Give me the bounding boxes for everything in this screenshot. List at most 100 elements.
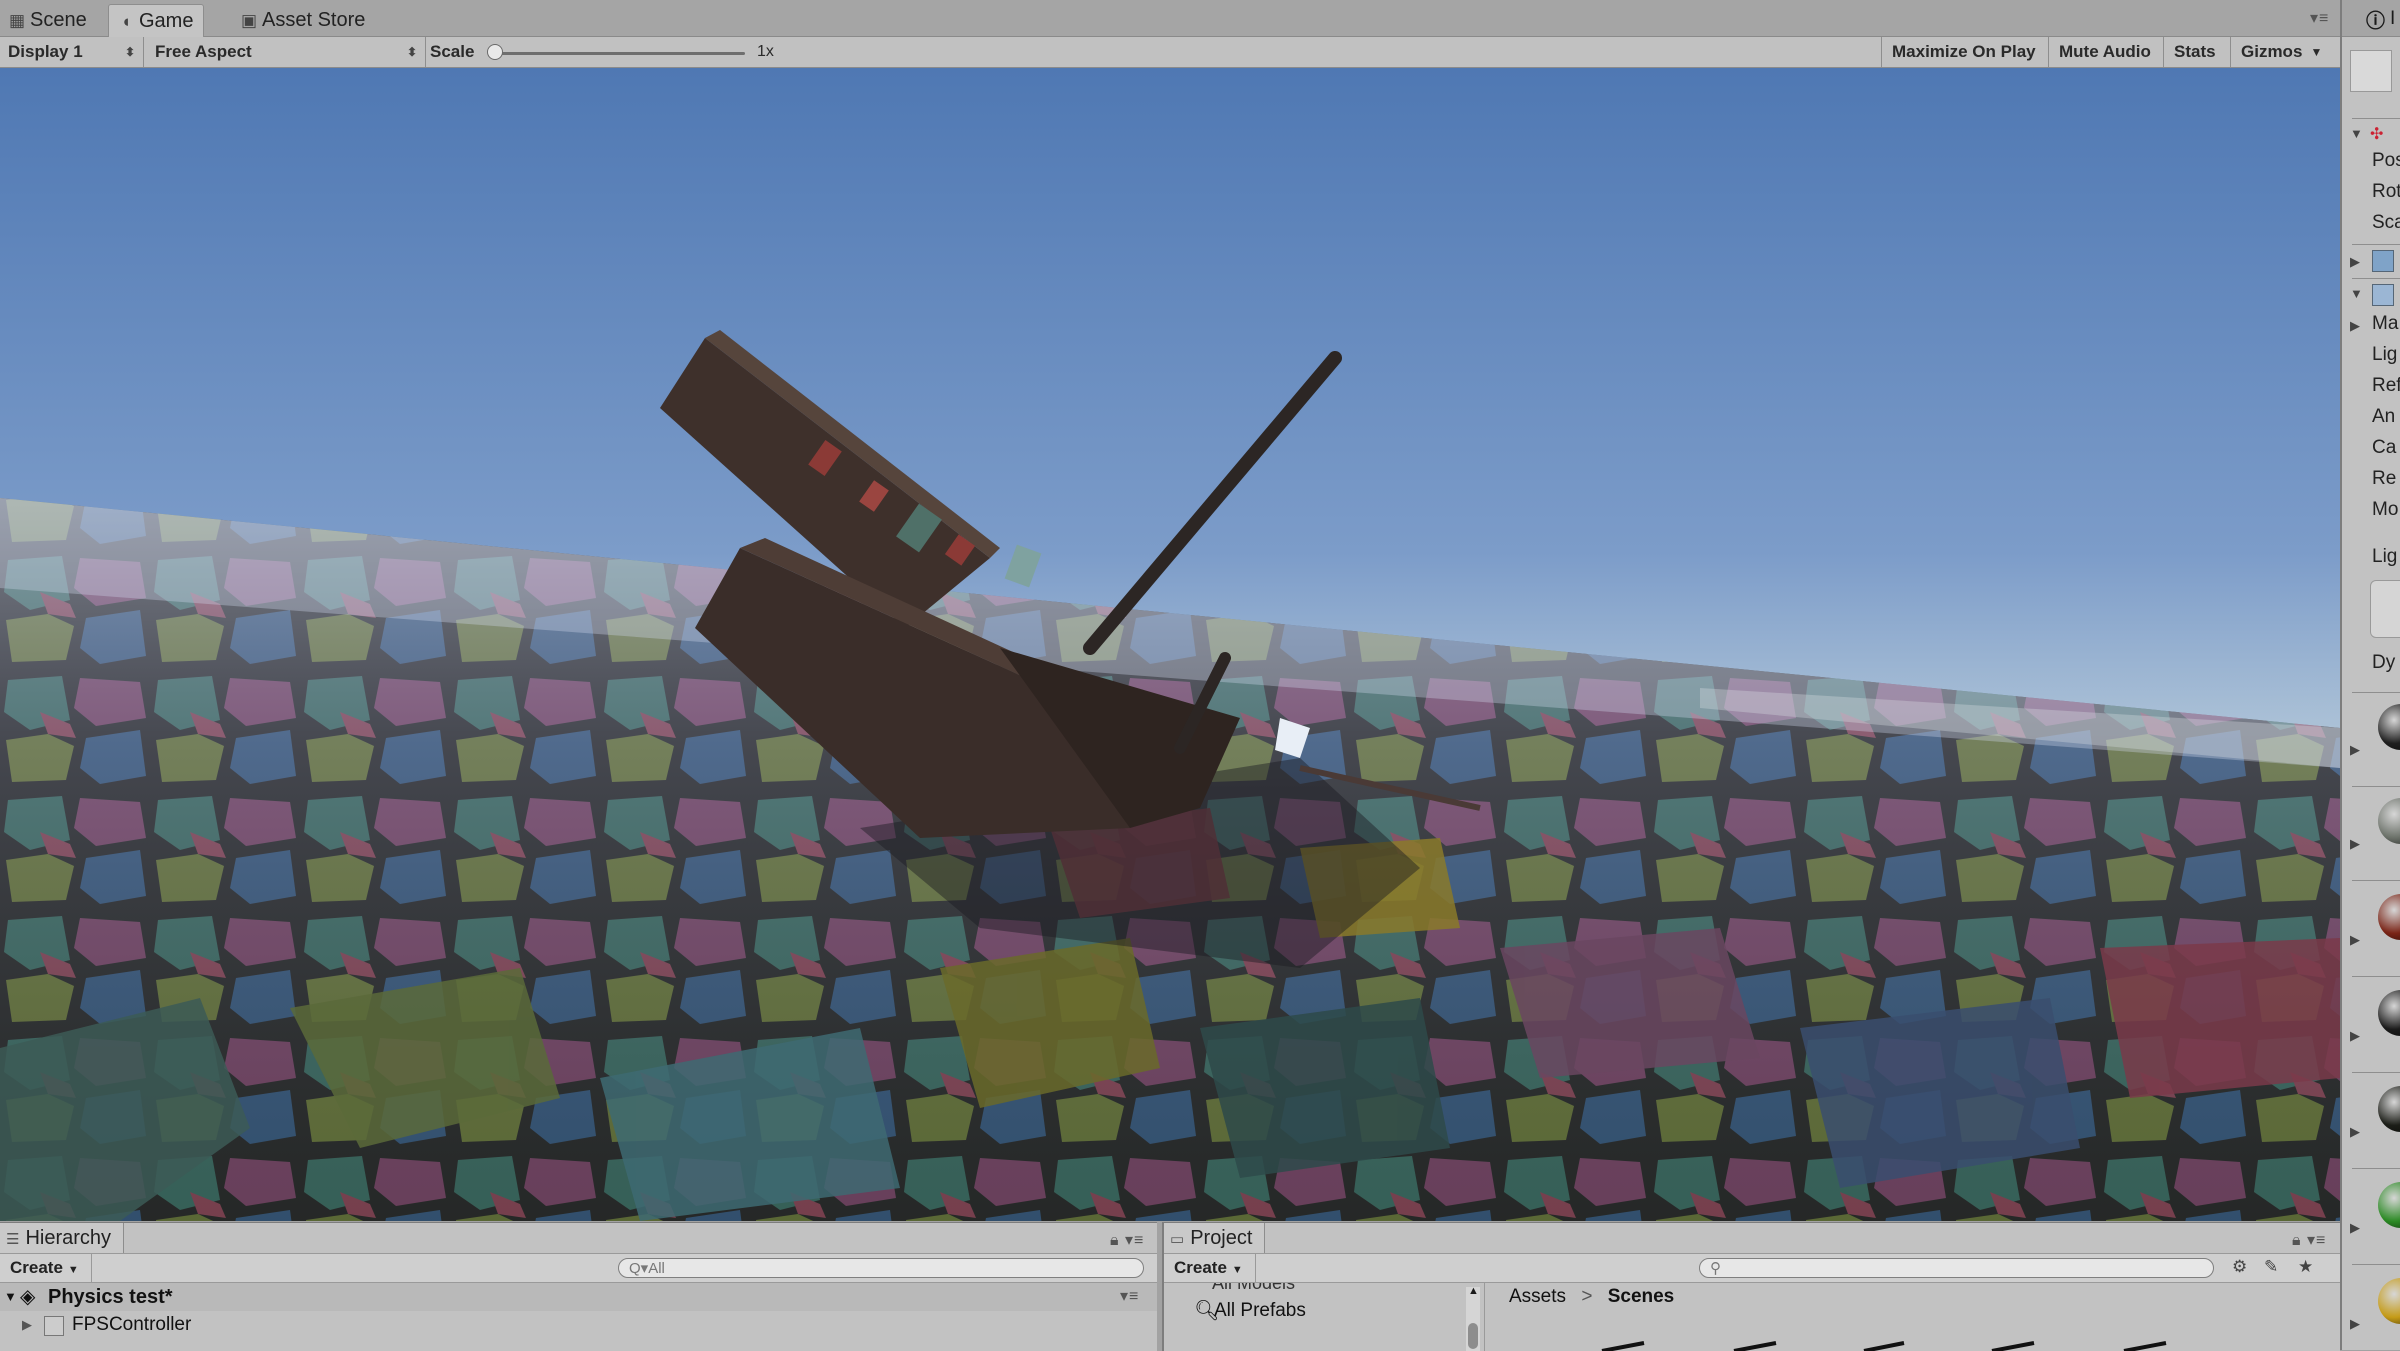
breadcrumb-scenes[interactable]: Scenes — [1608, 1286, 1675, 1307]
material-preview-sphere[interactable] — [2378, 704, 2400, 750]
expand-arrow-icon[interactable]: ▶ — [2350, 254, 2360, 270]
scroll-up-icon[interactable]: ▲ — [1468, 1285, 1479, 1297]
expand-arrow-icon[interactable]: ▶ — [22, 1311, 32, 1339]
gizmos-label: Gizmos — [2241, 42, 2303, 61]
chevron-right-icon: > — [1581, 1286, 1593, 1307]
list-icon: ☰ — [6, 1231, 20, 1248]
project-panel: ▭ Project 🔒︎ ▾≡ Create ▼ ⚲ ⚙ ✎ ★ All Model… — [1162, 1222, 2340, 1351]
collapse-arrow-icon[interactable]: ▼ — [2350, 126, 2363, 141]
inspector-row: Ref — [2372, 375, 2400, 396]
tab-project[interactable]: ▭ Project — [1164, 1223, 1266, 1253]
expand-arrow-icon[interactable]: ▶ — [2350, 742, 2360, 758]
expand-arrow-icon[interactable]: ▶ — [2350, 1028, 2360, 1044]
scene-grid-icon: ▦ — [8, 11, 26, 30]
inspector-row: Ca — [2372, 437, 2397, 458]
create-label: Create — [10, 1258, 63, 1277]
lightmap-preview[interactable] — [2370, 580, 2400, 638]
tab-game-label: Game — [139, 10, 194, 32]
inspector-title: I — [2390, 8, 2396, 29]
inspector-row: Ma — [2372, 313, 2399, 334]
scene-name: Physics test* — [48, 1286, 173, 1308]
maximize-on-play-toggle[interactable]: Maximize On Play — [1881, 37, 2046, 67]
inspector-row: Lig — [2372, 344, 2398, 365]
hierarchy-toolbar: Create ▼ Q▾All — [0, 1253, 1157, 1283]
expand-arrow-icon[interactable]: ▶ — [2350, 1220, 2360, 1236]
collapse-arrow-icon[interactable]: ▼ — [2350, 286, 2363, 301]
filter-by-label-icon[interactable]: ✎ — [2264, 1257, 2278, 1277]
scale-slider-thumb[interactable] — [487, 44, 503, 60]
search-folder-icon: 🔍︎ — [1194, 1300, 1220, 1322]
game-render — [0, 68, 2340, 1221]
inspector-panel: ⓘ I ▼ ✣ Pos Rot Sca ▶ ▼ ▶ Ma Lig Ref An … — [2340, 0, 2400, 1350]
tab-menu-icon[interactable]: ▾≡ — [2310, 8, 2329, 28]
dropdown-arrows-icon: ⬍ — [124, 45, 135, 59]
lock-icon[interactable]: 🔒︎ ▾≡ — [2292, 1230, 2326, 1250]
inspector-row: An — [2372, 406, 2396, 427]
tab-scene-label: Scene — [30, 9, 87, 31]
dropdown-arrows-icon: ⬍ — [406, 45, 417, 59]
expand-arrow-icon[interactable]: ▶ — [2350, 932, 2360, 948]
hierarchy-create-button[interactable]: Create ▼ — [0, 1254, 92, 1282]
project-assets-grid-partial — [1601, 1341, 2167, 1351]
favorite-star-icon[interactable]: ★ — [2298, 1257, 2313, 1277]
game-viewport[interactable] — [0, 68, 2340, 1221]
unity-scene-icon: ◈ — [20, 1286, 36, 1308]
breadcrumb: Assets > Scenes — [1509, 1283, 1674, 1311]
chevron-down-icon: ▼ — [2310, 45, 2323, 59]
game-pacman-icon: ◖ — [120, 12, 132, 31]
material-preview-sphere[interactable] — [2378, 1086, 2400, 1132]
project-toolbar: Create ▼ ⚲ ⚙ ✎ ★ — [1164, 1253, 2340, 1283]
inspector-row: Sca — [2372, 212, 2400, 233]
mute-audio-toggle[interactable]: Mute Audio — [2048, 37, 2161, 67]
inspector-row: Mo — [2372, 499, 2399, 520]
filter-by-type-icon[interactable]: ⚙ — [2232, 1257, 2247, 1277]
dynamic-label: Dy — [2372, 652, 2396, 673]
lock-icon[interactable]: 🔒︎ ▾≡ — [1110, 1230, 1144, 1250]
favorites-item[interactable]: All Prefabs — [1214, 1297, 1306, 1325]
editor-tab-bar: ▦ Scene ◖ Game ▣ Asset Store ▾≡ — [0, 0, 2340, 37]
project-search-input[interactable]: ⚲ — [1699, 1258, 2214, 1278]
create-label: Create — [1174, 1258, 1227, 1277]
collapse-arrow-icon[interactable]: ▼ — [4, 1283, 17, 1311]
aspect-dropdown-label: Free Aspect — [155, 42, 252, 61]
hierarchy-panel: ☰ Hierarchy 🔒︎ ▾≡ Create ▼ Q▾All ▼ ◈ Physi… — [0, 1222, 1157, 1351]
display-dropdown[interactable]: Display 1 ⬍ — [0, 37, 144, 67]
scale-value: 1x — [757, 43, 774, 60]
tree-scrollbar[interactable]: ▲ — [1466, 1285, 1480, 1351]
asset-store-bag-icon: ▣ — [240, 11, 258, 30]
breadcrumb-assets[interactable]: Assets — [1509, 1286, 1566, 1307]
project-tab-label: Project — [1190, 1227, 1253, 1249]
scale-slider-track[interactable] — [495, 52, 745, 55]
scene-row[interactable]: ▼ ◈ Physics test* ▾≡ — [0, 1283, 1157, 1311]
material-preview-sphere[interactable] — [2378, 1182, 2400, 1228]
hierarchy-item-label: FPSController — [72, 1314, 192, 1335]
expand-arrow-icon[interactable]: ▶ — [2350, 836, 2360, 852]
material-preview-sphere[interactable] — [2378, 1278, 2400, 1324]
mesh-filter-icon — [2372, 250, 2394, 272]
hierarchy-item[interactable]: ▶ FPSController — [0, 1311, 1157, 1339]
inspector-row: Rot — [2372, 181, 2400, 202]
hierarchy-tab-label: Hierarchy — [25, 1227, 112, 1249]
tab-asset-store-label: Asset Store — [262, 9, 366, 31]
hierarchy-search-input[interactable]: Q▾All — [618, 1258, 1144, 1278]
expand-arrow-icon[interactable]: ▶ — [2350, 1124, 2360, 1140]
stats-toggle[interactable]: Stats — [2163, 37, 2226, 67]
transform-icon: ✣ — [2370, 126, 2384, 143]
display-dropdown-label: Display 1 — [8, 42, 83, 61]
favorites-item-partial[interactable]: All Models — [1212, 1283, 1295, 1297]
expand-arrow-icon[interactable]: ▶ — [2350, 318, 2360, 334]
project-create-button[interactable]: Create ▼ — [1164, 1254, 1256, 1282]
material-preview-sphere[interactable] — [2378, 990, 2400, 1036]
aspect-dropdown[interactable]: Free Aspect ⬍ — [147, 37, 426, 67]
tab-game[interactable]: ◖ Game — [108, 4, 205, 37]
folder-icon: ▭ — [1170, 1231, 1185, 1248]
scene-menu-icon[interactable]: ▾≡ — [1120, 1283, 1139, 1311]
scrollbar-thumb[interactable] — [1468, 1323, 1478, 1349]
tab-asset-store[interactable]: ▣ Asset Store — [232, 4, 375, 36]
material-preview-sphere[interactable] — [2378, 894, 2400, 940]
material-preview-sphere[interactable] — [2378, 798, 2400, 844]
tab-hierarchy[interactable]: ☰ Hierarchy — [0, 1223, 125, 1253]
gizmos-dropdown[interactable]: Gizmos ▼ — [2230, 37, 2330, 67]
expand-arrow-icon[interactable]: ▶ — [2350, 1316, 2360, 1332]
tab-scene[interactable]: ▦ Scene — [0, 4, 97, 36]
